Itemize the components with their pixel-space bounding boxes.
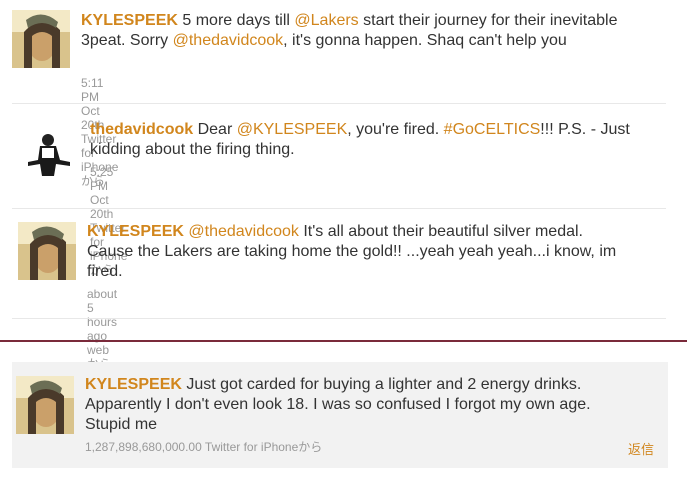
tweet-3-meta: about 5 hours ago webから bbox=[87, 287, 117, 371]
divider bbox=[12, 103, 666, 104]
tweet-2-timestamp[interactable]: 5:25 PM Oct 20th bbox=[90, 165, 113, 221]
mention-link[interactable]: @thedavidcook bbox=[173, 32, 284, 49]
divider bbox=[12, 318, 666, 319]
avatar-thedavidcook[interactable] bbox=[20, 122, 78, 180]
user-photo-icon bbox=[16, 376, 74, 434]
avatar-kylespeek[interactable] bbox=[12, 10, 70, 68]
hashtag-link[interactable]: #GoCELTICS bbox=[444, 121, 541, 138]
tweet-4-username[interactable]: KYLESPEEK bbox=[85, 376, 182, 393]
tweet-1-text-part: 5 more days till bbox=[177, 12, 295, 29]
mention-link[interactable]: @Lakers bbox=[294, 12, 358, 29]
mention-link[interactable]: @thedavidcook bbox=[188, 223, 299, 240]
tweet-1-text: KYLESPEEK 5 more days till @Lakers start… bbox=[81, 11, 626, 51]
tweet-3-timestamp[interactable]: about 5 hours ago bbox=[87, 287, 117, 343]
tweet-3-text: KYLESPEEK @thedavidcook It's all about t… bbox=[87, 222, 627, 282]
divider bbox=[12, 208, 666, 209]
mention-link[interactable]: @KYLESPEEK bbox=[237, 121, 348, 138]
user-photo-icon bbox=[20, 122, 78, 180]
tweet-4-meta: 1,287,898,680,000.00 Twitter for iPhoneか… bbox=[85, 440, 322, 454]
tweet-4-text: KYLESPEEK Just got carded for buying a l… bbox=[85, 375, 630, 435]
tweet-2-text: thedavidcook Dear @KYLESPEEK, you're fir… bbox=[90, 120, 630, 160]
tweet-2-username[interactable]: thedavidcook bbox=[90, 121, 193, 138]
tweet-4-timestamp[interactable]: 1,287,898,680,000.00 bbox=[85, 440, 202, 454]
tweet-1-username[interactable]: KYLESPEEK bbox=[81, 12, 178, 29]
tweet-1-text-part: , it's gonna happen. Shaq can't help you bbox=[283, 32, 567, 49]
tweet-3-username[interactable]: KYLESPEEK bbox=[87, 223, 184, 240]
user-photo-icon bbox=[18, 222, 76, 280]
avatar-kylespeek[interactable] bbox=[16, 376, 74, 434]
avatar-kylespeek[interactable] bbox=[18, 222, 76, 280]
tweet-4-source: Twitter for iPhone bbox=[201, 440, 299, 454]
reply-link[interactable]: 返信 bbox=[628, 439, 654, 458]
tweet-2-text-part: Dear bbox=[193, 121, 237, 138]
user-photo-icon bbox=[12, 10, 70, 68]
section-separator bbox=[0, 340, 687, 342]
tweet-3-source: web bbox=[87, 343, 110, 357]
tweet-2-text-part: , you're fired. bbox=[347, 121, 444, 138]
tweet-4-suffix: から bbox=[298, 440, 323, 454]
